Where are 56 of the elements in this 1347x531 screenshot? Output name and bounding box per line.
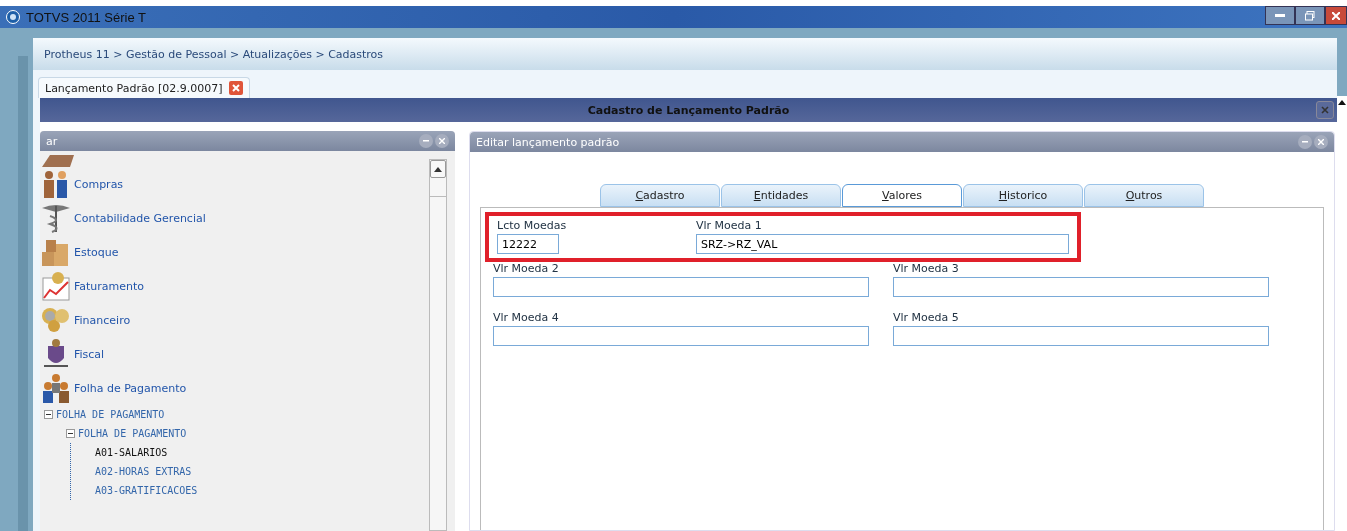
collapse-icon[interactable] xyxy=(66,429,75,438)
tree-item[interactable]: A01-SALARIOS xyxy=(95,443,429,462)
minimize-icon xyxy=(423,140,429,142)
module-item[interactable]: Fiscal xyxy=(40,337,429,371)
restore-icon xyxy=(1305,10,1315,21)
up-arrow-icon xyxy=(1338,100,1346,105)
module-icon xyxy=(40,372,72,404)
tab[interactable]: Cadastro xyxy=(600,184,720,207)
input-field[interactable]: SRZ->RZ_VAL xyxy=(695,234,1069,254)
close-icon xyxy=(1332,11,1340,20)
module-item[interactable]: Contabilidade Gerencial xyxy=(40,201,429,235)
window-title: TOTVS 2011 Série T xyxy=(26,9,146,25)
module-item[interactable]: Folha de Pagamento xyxy=(40,371,429,405)
field-label: Lcto Moedas xyxy=(497,219,568,232)
box-icon xyxy=(40,153,76,167)
tree-item[interactable]: A03-GRATIFICACOES xyxy=(95,481,429,500)
module-item[interactable]: Financeiro xyxy=(40,303,429,337)
module-item[interactable]: Faturamento xyxy=(40,269,429,303)
breadcrumb: Protheus 11 > Gestão de Pessoal > Atualizações > Cadastros xyxy=(44,47,384,61)
module-item[interactable]: Compras xyxy=(40,167,429,201)
app-logo-icon xyxy=(6,10,20,24)
panel-title: Editar lançamento padrão xyxy=(476,135,620,149)
close-icon[interactable] xyxy=(228,81,243,95)
input-field[interactable] xyxy=(893,326,1269,346)
module-item[interactable]: Estoque xyxy=(40,235,429,269)
tab[interactable]: Entidades xyxy=(721,184,841,207)
field-label: Vlr Moeda 4 xyxy=(493,311,560,324)
close-button[interactable] xyxy=(1325,6,1347,25)
tab[interactable]: Historico xyxy=(963,184,1083,207)
tree-item[interactable]: A02-HORAS EXTRAS xyxy=(95,462,429,481)
collapse-icon[interactable] xyxy=(44,410,53,419)
field-label: Vlr Moeda 2 xyxy=(493,262,560,275)
input-field[interactable] xyxy=(493,326,869,346)
restore-button[interactable] xyxy=(1295,6,1325,25)
input-field[interactable] xyxy=(893,277,1269,297)
close-icon xyxy=(439,138,445,144)
minimize-button[interactable] xyxy=(1265,6,1295,25)
input-field[interactable] xyxy=(493,277,869,297)
input-field[interactable]: 12222 xyxy=(497,234,559,254)
tree-item[interactable]: FOLHA DE PAGAMENTO xyxy=(66,424,429,443)
tab[interactable]: Valores xyxy=(842,184,962,207)
up-arrow-icon xyxy=(434,166,442,172)
field-label: Vlr Moeda 5 xyxy=(893,311,960,324)
minimize-icon xyxy=(1275,13,1285,18)
document-tab[interactable]: Lançamento Padrão [02.9.0007] xyxy=(38,77,250,98)
close-icon xyxy=(1321,106,1329,114)
close-icon xyxy=(1318,139,1324,145)
module-icon xyxy=(40,270,72,302)
tab[interactable]: Outros xyxy=(1084,184,1204,207)
panel-title: ar xyxy=(46,134,58,148)
dialog-title: Cadastro de Lançamento Padrão xyxy=(587,103,790,117)
tree-item[interactable]: FOLHA DE PAGAMENTO xyxy=(44,405,429,424)
minimize-icon xyxy=(1302,141,1308,143)
field-label: Vlr Moeda 3 xyxy=(893,262,960,275)
scroll-up-button[interactable] xyxy=(430,160,446,178)
field-label: Vlr Moeda 1 xyxy=(695,219,763,232)
